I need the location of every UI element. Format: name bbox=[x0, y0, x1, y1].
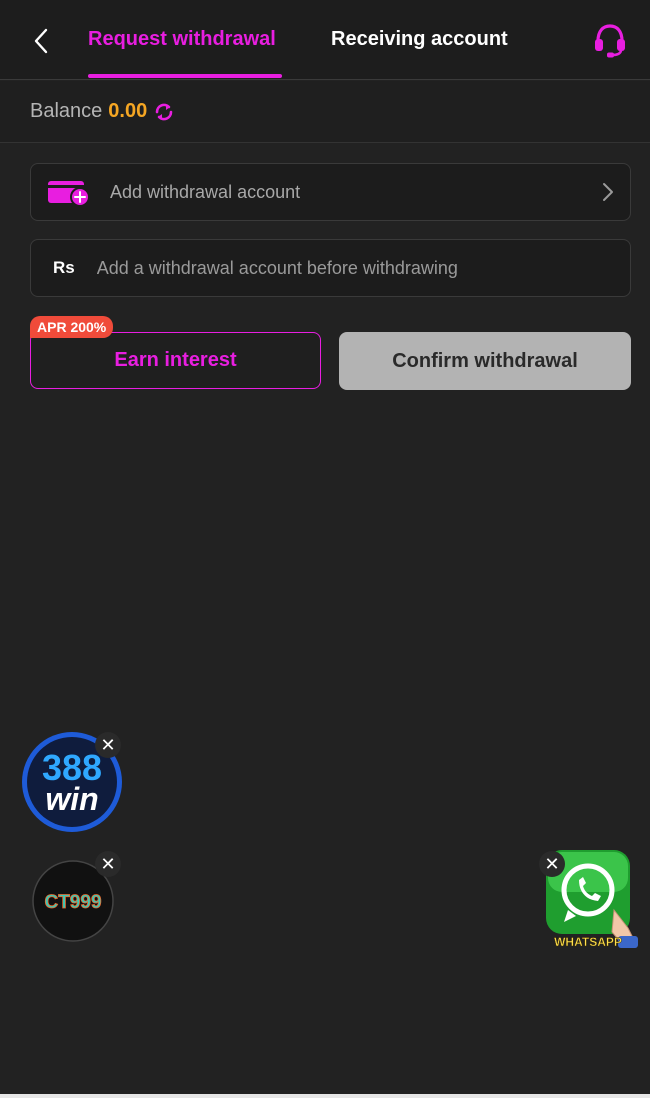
close-ct999-button[interactable]: ✕ bbox=[95, 851, 121, 877]
back-button[interactable] bbox=[26, 24, 56, 58]
add-withdrawal-account-button[interactable]: Add withdrawal account bbox=[30, 163, 631, 221]
earn-interest-button[interactable]: Earn interest bbox=[30, 332, 321, 389]
whatsapp-label: WHATSAPP bbox=[554, 935, 622, 949]
tab-receiving-account[interactable]: Receiving account bbox=[331, 28, 508, 51]
tab-request-withdrawal[interactable]: Request withdrawal bbox=[88, 28, 276, 51]
balance-label: Balance bbox=[30, 100, 103, 122]
withdrawal-amount-input[interactable] bbox=[96, 257, 597, 279]
chevron-right-icon bbox=[603, 183, 613, 201]
active-tab-indicator bbox=[88, 74, 282, 78]
currency-label: Rs bbox=[53, 258, 75, 277]
close-whatsapp-button[interactable]: ✕ bbox=[539, 851, 565, 877]
ct999-label: CT999 bbox=[44, 892, 101, 913]
confirm-withdrawal-button[interactable]: Confirm withdrawal bbox=[339, 332, 631, 390]
add-withdrawal-account-label: Add withdrawal account bbox=[110, 181, 301, 202]
close-win388-button[interactable]: ✕ bbox=[95, 732, 121, 758]
apr-badge: APR 200% bbox=[30, 316, 114, 338]
balance-value: 0.00 bbox=[108, 100, 148, 122]
top-header: Request withdrawal Receiving account W bbox=[0, 0, 650, 80]
balance-row: Balance 0.00 bbox=[0, 81, 650, 143]
customer-support-button[interactable] bbox=[590, 20, 630, 60]
refresh-icon[interactable] bbox=[153, 101, 175, 123]
withdrawal-amount-field: Rs bbox=[30, 239, 631, 297]
chevron-left-icon bbox=[34, 28, 48, 54]
tab-bar: Request withdrawal Receiving account W bbox=[88, 0, 560, 80]
win388-word: win bbox=[45, 781, 98, 817]
headset-icon bbox=[595, 24, 625, 58]
wallet-add-icon bbox=[48, 181, 90, 207]
bottom-edge bbox=[0, 1094, 650, 1098]
